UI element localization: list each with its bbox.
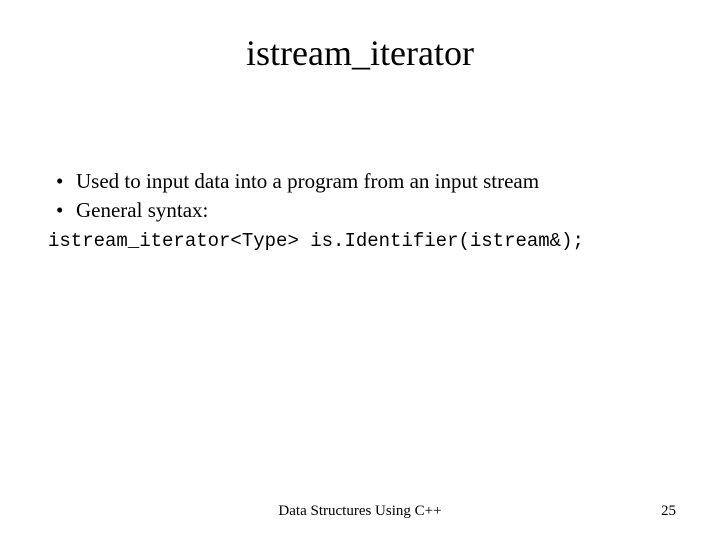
- slide-body: Used to input data into a program from a…: [48, 168, 672, 253]
- bullet-item: Used to input data into a program from a…: [48, 168, 672, 195]
- code-syntax: istream_iterator<Type> is.Identifier(ist…: [48, 229, 672, 254]
- slide: istream_iterator Used to input data into…: [0, 0, 720, 540]
- footer-text: Data Structures Using C++: [0, 503, 720, 520]
- bullet-list: Used to input data into a program from a…: [48, 168, 672, 225]
- slide-title: istream_iterator: [0, 32, 720, 74]
- page-number: 25: [661, 503, 676, 520]
- bullet-item: General syntax:: [48, 197, 672, 224]
